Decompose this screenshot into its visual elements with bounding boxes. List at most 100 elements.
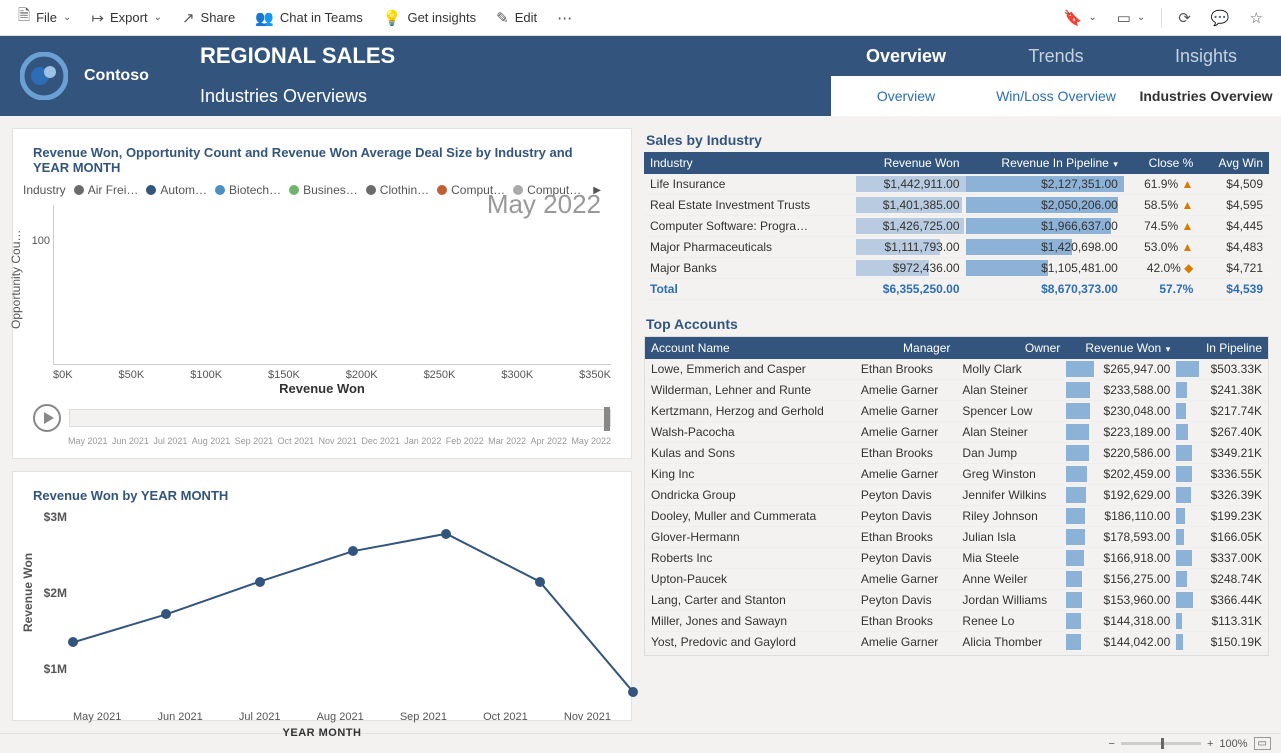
- column-header[interactable]: In Pipeline: [1176, 337, 1268, 359]
- column-header[interactable]: Owner: [956, 337, 1066, 359]
- sales-by-industry-table: IndustryRevenue WonRevenue In Pipeline ▾…: [644, 152, 1269, 300]
- column-header[interactable]: Manager: [855, 337, 957, 359]
- zoom-level: 100%: [1219, 738, 1247, 750]
- table-row[interactable]: Yost, Predovic and GaylordAmelie GarnerA…: [645, 632, 1268, 653]
- legend-dot-icon: [215, 185, 225, 195]
- x-tick: May 2021: [73, 711, 121, 723]
- table-row[interactable]: Tromp LLCAmelie GarnerDavid So $138,797.…: [645, 653, 1268, 657]
- sales-by-industry-card[interactable]: Sales by Industry IndustryRevenue WonRev…: [644, 128, 1269, 300]
- kpi-indicator-icon: ▲: [1181, 177, 1193, 191]
- timeline-tick: May 2021: [68, 436, 108, 446]
- table-row[interactable]: Glover-HermannEthan BrooksJulian Isla $1…: [645, 527, 1268, 548]
- table-row[interactable]: Computer Software: Progra… $1,426,725.00…: [644, 216, 1269, 237]
- table-row[interactable]: Lang, Carter and StantonPeyton DavisJord…: [645, 590, 1268, 611]
- favorite-button[interactable]: ☆: [1242, 5, 1271, 31]
- subtab-industries-overview[interactable]: Industries Overview: [1131, 76, 1281, 116]
- column-header[interactable]: Avg Win: [1199, 152, 1269, 174]
- bookmark-menu[interactable]: 🔖⌄: [1056, 5, 1105, 31]
- timeline-tick: Jan 2022: [404, 436, 441, 446]
- edit-button[interactable]: ✎Edit: [488, 5, 545, 31]
- column-header[interactable]: Account Name: [645, 337, 855, 359]
- animation-player: [33, 404, 611, 432]
- ellipsis-icon: ⋯: [557, 9, 572, 27]
- get-insights-button[interactable]: 💡Get insights: [375, 5, 484, 31]
- kpi-indicator-icon: ◆: [1184, 261, 1193, 275]
- x-tick: $350K: [579, 369, 611, 381]
- line-chart-card[interactable]: Revenue Won by YEAR MONTH Revenue Won $3…: [12, 471, 632, 721]
- x-tick: $200K: [346, 369, 378, 381]
- play-button[interactable]: [33, 404, 61, 432]
- table-row[interactable]: Kulas and SonsEthan BrooksDan Jump $220,…: [645, 443, 1268, 464]
- export-icon: ↦: [91, 9, 104, 27]
- zoom-out-button[interactable]: −: [1109, 738, 1115, 750]
- legend-item[interactable]: Air Frei…: [74, 183, 139, 197]
- edit-icon: ✎: [496, 9, 509, 27]
- export-menu[interactable]: ↦Export⌄: [83, 5, 170, 31]
- zoom-in-button[interactable]: +: [1207, 738, 1213, 750]
- refresh-button[interactable]: ⟳: [1170, 5, 1199, 31]
- x-tick: $0K: [53, 369, 73, 381]
- zoom-slider[interactable]: [1121, 742, 1201, 745]
- table-title: Top Accounts: [644, 312, 1269, 336]
- legend-item[interactable]: Biotech…: [215, 183, 281, 197]
- table-row[interactable]: Real Estate Investment Trusts $1,401,385…: [644, 195, 1269, 216]
- legend-item[interactable]: Autom…: [146, 183, 207, 197]
- table-row[interactable]: King IncAmelie GarnerGreg Winston $202,4…: [645, 464, 1268, 485]
- chat-teams-button[interactable]: 👥Chat in Teams: [247, 5, 371, 31]
- table-row[interactable]: Miller, Jones and SawaynEthan BrooksRene…: [645, 611, 1268, 632]
- timeline-slider[interactable]: [69, 409, 611, 427]
- timeline-tick: Dec 2021: [361, 436, 400, 446]
- tab-insights[interactable]: Insights: [1131, 36, 1281, 76]
- table-row[interactable]: Roberts IncPeyton DavisMia Steele $166,9…: [645, 548, 1268, 569]
- scatter-chart-card[interactable]: Revenue Won, Opportunity Count and Reven…: [12, 128, 632, 459]
- column-header[interactable]: Revenue Won: [856, 152, 965, 174]
- legend-item[interactable]: Clothin…: [366, 183, 429, 197]
- table-row[interactable]: Dooley, Muller and CummerataPeyton Davis…: [645, 506, 1268, 527]
- timeline-handle[interactable]: [604, 407, 610, 431]
- subtab-overview[interactable]: Overview: [831, 76, 981, 116]
- y-axis-label: Revenue Won: [21, 553, 35, 632]
- table-row[interactable]: Major Banks $972,436.00 $1,105,481.00 42…: [644, 258, 1269, 279]
- data-point: [535, 577, 545, 587]
- table-row[interactable]: Walsh-PacochaAmelie GarnerAlan Steiner $…: [645, 422, 1268, 443]
- fit-to-page-button[interactable]: ▭: [1254, 737, 1271, 750]
- legend-dot-icon: [366, 185, 376, 195]
- legend-item[interactable]: Busines…: [289, 183, 358, 197]
- tab-trends[interactable]: Trends: [981, 36, 1131, 76]
- share-button[interactable]: ↗Share: [174, 5, 243, 31]
- column-header[interactable]: Close %: [1124, 152, 1200, 174]
- comment-icon: 💬: [1211, 9, 1230, 27]
- table-row[interactable]: Life Insurance $1,442,911.00 $2,127,351.…: [644, 174, 1269, 195]
- page-subtitle: Industries Overviews: [200, 76, 831, 116]
- legend-dot-icon: [289, 185, 299, 195]
- y-tick: $1M: [44, 662, 67, 676]
- timeline-tick: Jul 2021: [153, 436, 187, 446]
- more-button[interactable]: ⋯: [549, 5, 580, 31]
- x-tick: $300K: [501, 369, 533, 381]
- timeline-tick: May 2022: [571, 436, 611, 446]
- table-row[interactable]: Lowe, Emmerich and CasperEthan BrooksMol…: [645, 359, 1268, 380]
- table-row[interactable]: Ondricka GroupPeyton DavisJennifer Wilki…: [645, 485, 1268, 506]
- subtab-win-loss-overview[interactable]: Win/Loss Overview: [981, 76, 1131, 116]
- column-header[interactable]: Revenue Won ▾: [1066, 337, 1176, 359]
- x-tick: $150K: [268, 369, 300, 381]
- header-tabs: OverviewOverviewTrendsWin/Loss OverviewI…: [831, 36, 1281, 116]
- comment-button[interactable]: 💬: [1203, 5, 1238, 31]
- refresh-icon: ⟳: [1178, 9, 1191, 27]
- table-row[interactable]: Wilderman, Lehner and RunteAmelie Garner…: [645, 380, 1268, 401]
- data-point: [628, 687, 638, 697]
- y-axis-label: Opportunity Cou…: [9, 230, 23, 329]
- column-header[interactable]: Revenue In Pipeline ▾: [966, 152, 1124, 174]
- timeline-tick: Nov 2021: [318, 436, 357, 446]
- table-row[interactable]: Kertzmann, Herzog and GerholdAmelie Garn…: [645, 401, 1268, 422]
- tab-overview[interactable]: Overview: [831, 36, 981, 76]
- table-row[interactable]: Major Pharmaceuticals $1,111,793.00 $1,4…: [644, 237, 1269, 258]
- column-header[interactable]: Industry: [644, 152, 856, 174]
- file-menu[interactable]: 🗎File⌄: [10, 1, 79, 34]
- table-row[interactable]: Upton-PaucekAmelie GarnerAnne Weiler $15…: [645, 569, 1268, 590]
- top-accounts-card[interactable]: Top Accounts Account NameManagerOwnerRev…: [644, 312, 1269, 721]
- chevron-down-icon: ⌄: [1088, 12, 1096, 23]
- timeline-tick: Jun 2021: [112, 436, 149, 446]
- view-menu[interactable]: ▭⌄: [1109, 5, 1154, 31]
- timeline-tick: Mar 2022: [488, 436, 526, 446]
